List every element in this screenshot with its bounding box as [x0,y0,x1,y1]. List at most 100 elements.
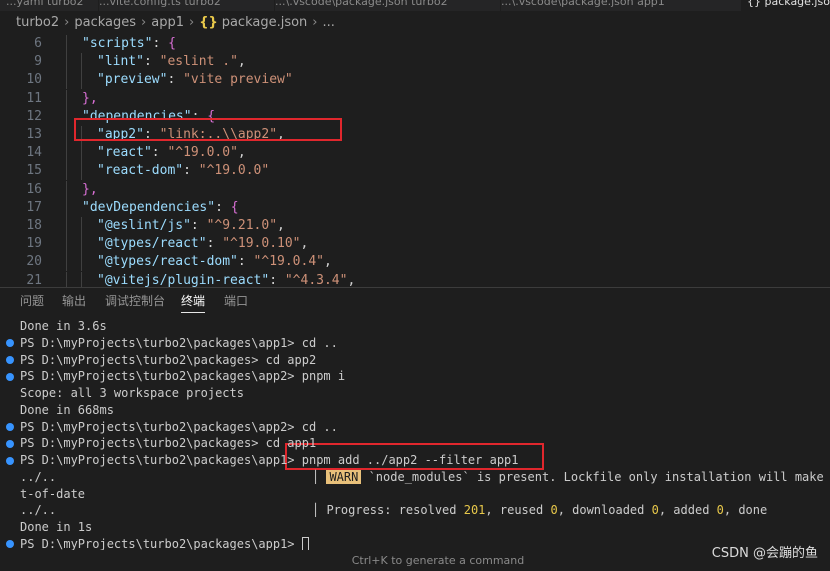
code-line: 19 "@types/react": "^19.0.10", [0,235,830,254]
indent-guide [66,107,67,126]
json-key: "@types/react" [97,236,207,252]
editor-tab-bar: ...yaml turbo2 ...vite.config.ts turbo2 … [0,0,830,11]
json-comma: , [277,127,285,142]
json-string: "^19.0.10" [222,236,301,252]
indent-guide [66,71,67,90]
code-text: "app2": "link:..\\app2", [97,126,285,144]
tab-ports[interactable]: 端口 [224,288,248,315]
breadcrumb-item[interactable]: app1 [151,15,184,30]
code-line: 17 "devDependencies": { [0,198,830,217]
command-status-dot-icon[interactable] [6,456,14,465]
breadcrumb-file[interactable]: package.json [222,15,308,30]
code-line: 6 "scripts": { [0,35,830,53]
code-line: 16}, [0,180,830,199]
terminal-progress-line: │ Progress: resolved 201, reused 0, down… [312,502,767,519]
output-divider: │ [312,503,327,518]
json-comma: , [237,54,246,70]
tab-debug-console[interactable]: 调试控制台 [105,288,165,315]
breadcrumb-item[interactable]: packages [74,15,136,30]
code-text: "preview": "vite preview" [97,71,293,89]
tab-output[interactable]: 输出 [62,288,86,315]
command-status-dot-icon[interactable] [6,439,14,448]
code-text: "dependencies": { [82,108,215,126]
json-colon: : [190,218,207,233]
progress-downloaded-count: 0 [651,503,659,518]
json-comma: , [347,272,356,287]
json-colon: : [237,254,254,270]
json-colon: : [206,236,223,252]
indent-guide [66,35,67,53]
code-line: 14 "react": "^19.0.0", [0,144,830,163]
terminal-line: PS D:\myProjects\turbo2\packages\app2> p… [20,368,345,385]
json-colon: : [151,145,168,161]
command-status-dot-icon[interactable] [6,423,14,431]
indent-guide [66,144,67,163]
progress-label: , done [723,503,768,518]
command-status-dot-icon[interactable] [6,540,14,549]
terminal-line-text: Done in 3.6s [20,319,107,333]
indent-guide [66,89,67,108]
terminal-line-text: Scope: all 3 workspace projects [20,386,244,400]
warn-badge: WARN [326,469,362,484]
editor-tab-active[interactable]: {} package.json [741,0,830,11]
tab-terminal[interactable]: 终端 [181,288,206,315]
json-key: "app2" [97,127,144,142]
watermark: CSDN @会蹦的鱼 [711,546,818,561]
command-status-dot-icon[interactable] [6,356,14,364]
json-string: "^4.3.4" [284,272,348,287]
terminal-line: PS D:\myProjects\turbo2\packages\app1> [20,536,309,550]
code-text: }, [82,90,98,108]
json-key: "react" [97,145,152,161]
editor-tab[interactable]: ...\.vscode\package.json app1 [495,0,747,11]
editor-tab[interactable]: ...\.vscode\package.json turbo2 [269,0,501,11]
json-comma: , [324,254,332,270]
command-status-dot-icon[interactable] [6,372,14,381]
indent-guide [66,217,67,235]
terminal-line: PS D:\myProjects\turbo2\packages> cd app… [20,352,316,369]
line-number: 11 [26,90,42,106]
terminal-line: PS D:\myProjects\turbo2\packages\app1> c… [20,335,338,352]
line-number: 6 [34,36,42,51]
terminal-cursor [301,536,309,550]
indent-guide [66,126,67,144]
terminal-line-text: PS D:\myProjects\turbo2\packages\app1> p… [20,453,519,467]
breadcrumb-separator-icon: › [64,15,70,30]
line-number: 17 [26,199,42,215]
json-file-icon: {} [199,15,218,30]
line-number: 13 [26,127,42,142]
line-number: 21 [26,272,42,287]
tab-problems[interactable]: 问题 [20,288,44,315]
terminal[interactable]: Done in 3.6s PS D:\myProjects\turbo2\pack… [0,318,830,550]
code-text: "@types/react-dom": "^19.0.4", [97,253,332,271]
indent-guide [81,253,82,272]
terminal-line: PS D:\myProjects\turbo2\packages> cd app… [20,435,316,452]
indent-guide [66,198,67,217]
terminal-line: Done in 668ms [20,402,114,419]
code-editor[interactable]: 6 "scripts": {9 "lint": "eslint .", 10 "prev… [0,35,830,287]
line-number: 20 [26,254,42,270]
editor-tab[interactable]: ...yaml turbo2 [0,0,99,11]
json-string: "eslint ." [159,54,238,70]
code-line: 20 "@types/react-dom": "^19.0.4", [0,253,830,272]
json-comma: , [300,236,309,252]
terminal-hint: Ctrl+K to generate a command [351,554,525,567]
breadcrumb-separator-icon: › [188,15,195,30]
json-string: "^19.0.4" [253,254,324,270]
indent-guide [66,180,67,199]
line-number: 16 [26,181,42,197]
json-colon: : [215,199,231,215]
code-text: }, [82,181,98,199]
indent-guide [81,217,82,235]
line-number: 12 [26,108,42,124]
terminal-line: Scope: all 3 workspace projects [20,385,244,402]
command-status-dot-icon[interactable] [6,339,14,348]
editor-tab[interactable]: ...vite.config.ts turbo2 [93,0,275,11]
indent-guide [81,144,82,163]
json-brace: }, [82,90,98,106]
json-key: "@types/react-dom" [97,254,238,270]
breadcrumb-item[interactable]: turbo2 [16,15,59,30]
indent-guide [81,162,82,181]
progress-reused-count: 0 [550,503,558,518]
progress-label: , added [658,503,717,518]
breadcrumb-more[interactable]: ... [323,15,335,30]
